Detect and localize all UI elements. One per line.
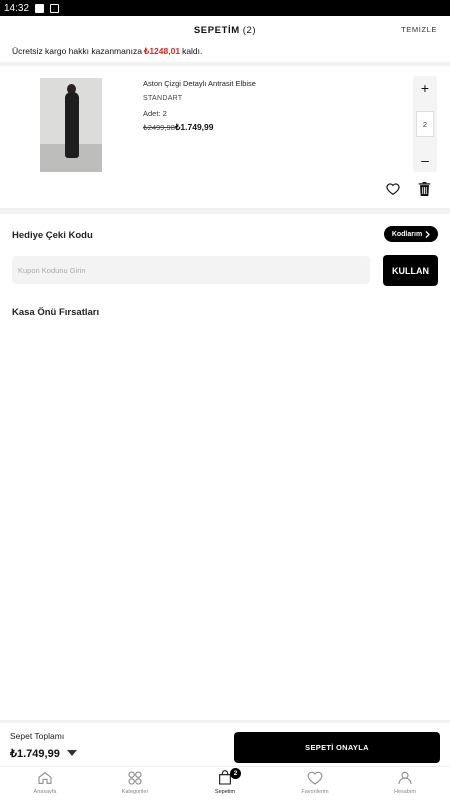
confirm-cart-button[interactable]: SEPETİ ONAYLA <box>234 732 440 763</box>
free-shipping-notice: Ücretsiz kargo hakkı kazanmanıza ₺1248,0… <box>0 44 450 58</box>
tab-label: Kategoriler <box>121 789 149 795</box>
tab-categories[interactable]: Kategoriler <box>90 767 180 800</box>
trash-icon[interactable] <box>418 182 431 196</box>
cart-count: (2) <box>242 24 257 36</box>
page-title: SEPETİM (2) <box>194 25 256 36</box>
checkout-opportunities-title: Kasa Önü Fırsatları <box>12 307 100 318</box>
cart-item: Aston Çizgi Detaylı Antrasit Elbise STAN… <box>0 66 450 208</box>
status-bar: 14:32 <box>0 0 450 16</box>
chevron-right-icon <box>425 230 431 238</box>
cart-badge: 2 <box>230 768 241 779</box>
page-title-text: SEPETİM <box>193 24 240 36</box>
increase-quantity-button[interactable]: + <box>413 80 437 96</box>
chevron-down-icon[interactable] <box>67 750 77 756</box>
tab-home[interactable]: Anasayfa <box>0 767 90 800</box>
header: SEPETİM (2) TEMİZLE <box>0 16 450 44</box>
product-quantity: Adet: 2 <box>143 109 167 118</box>
product-name[interactable]: Aston Çizgi Detaylı Antrasit Elbise <box>143 79 256 88</box>
quantity-stepper: + 2 – <box>413 76 437 172</box>
tab-label: Sepetim <box>214 789 236 795</box>
tab-label: Hesabım <box>393 789 416 795</box>
product-size: STANDART <box>143 95 183 102</box>
tab-account[interactable]: Hesabım <box>360 767 450 800</box>
clear-cart-button[interactable]: TEMİZLE <box>401 25 437 34</box>
apply-coupon-button[interactable]: KULLAN <box>383 255 438 286</box>
tab-label: Favorilerim <box>301 789 329 795</box>
shipping-suffix: kaldı. <box>182 46 203 56</box>
divider <box>0 720 450 723</box>
product-price: ₺1.749,99 <box>175 122 214 132</box>
user-icon <box>398 771 412 785</box>
decrease-quantity-button[interactable]: – <box>413 152 437 168</box>
shipping-remaining-amount: ₺1248,01 <box>143 45 181 56</box>
cart-total-label: Sepet Toplamı <box>10 731 65 741</box>
cart-total-value: ₺1.749,99 <box>10 748 60 760</box>
quantity-value[interactable]: 2 <box>416 111 434 137</box>
product-image[interactable] <box>40 78 102 172</box>
heart-icon <box>307 771 323 785</box>
gift-code-title: Hediye Çeki Kodu <box>12 230 93 241</box>
heart-icon[interactable] <box>386 182 400 196</box>
tab-favorites[interactable]: Favorilerim <box>270 767 360 800</box>
app-notification-icon <box>50 3 60 13</box>
my-codes-button[interactable]: Kodlarım <box>384 226 438 242</box>
my-codes-label: Kodlarım <box>391 230 423 238</box>
product-old-price: ₺2499,98 <box>143 123 175 132</box>
tab-label: Anasayfa <box>33 789 57 795</box>
shipping-prefix: Ücretsiz kargo hakkı kazanmanıza <box>12 46 142 56</box>
tab-cart[interactable]: 2 Sepetim <box>180 767 270 800</box>
grid-icon <box>128 771 142 785</box>
coupon-code-input[interactable] <box>12 256 370 284</box>
image-notification-icon <box>35 3 45 13</box>
divider <box>0 208 450 214</box>
home-icon <box>38 771 52 784</box>
bottom-tab-bar: Anasayfa Kategoriler 2 Sepetim Favoriler… <box>0 766 450 800</box>
status-time: 14:32 <box>4 2 30 14</box>
